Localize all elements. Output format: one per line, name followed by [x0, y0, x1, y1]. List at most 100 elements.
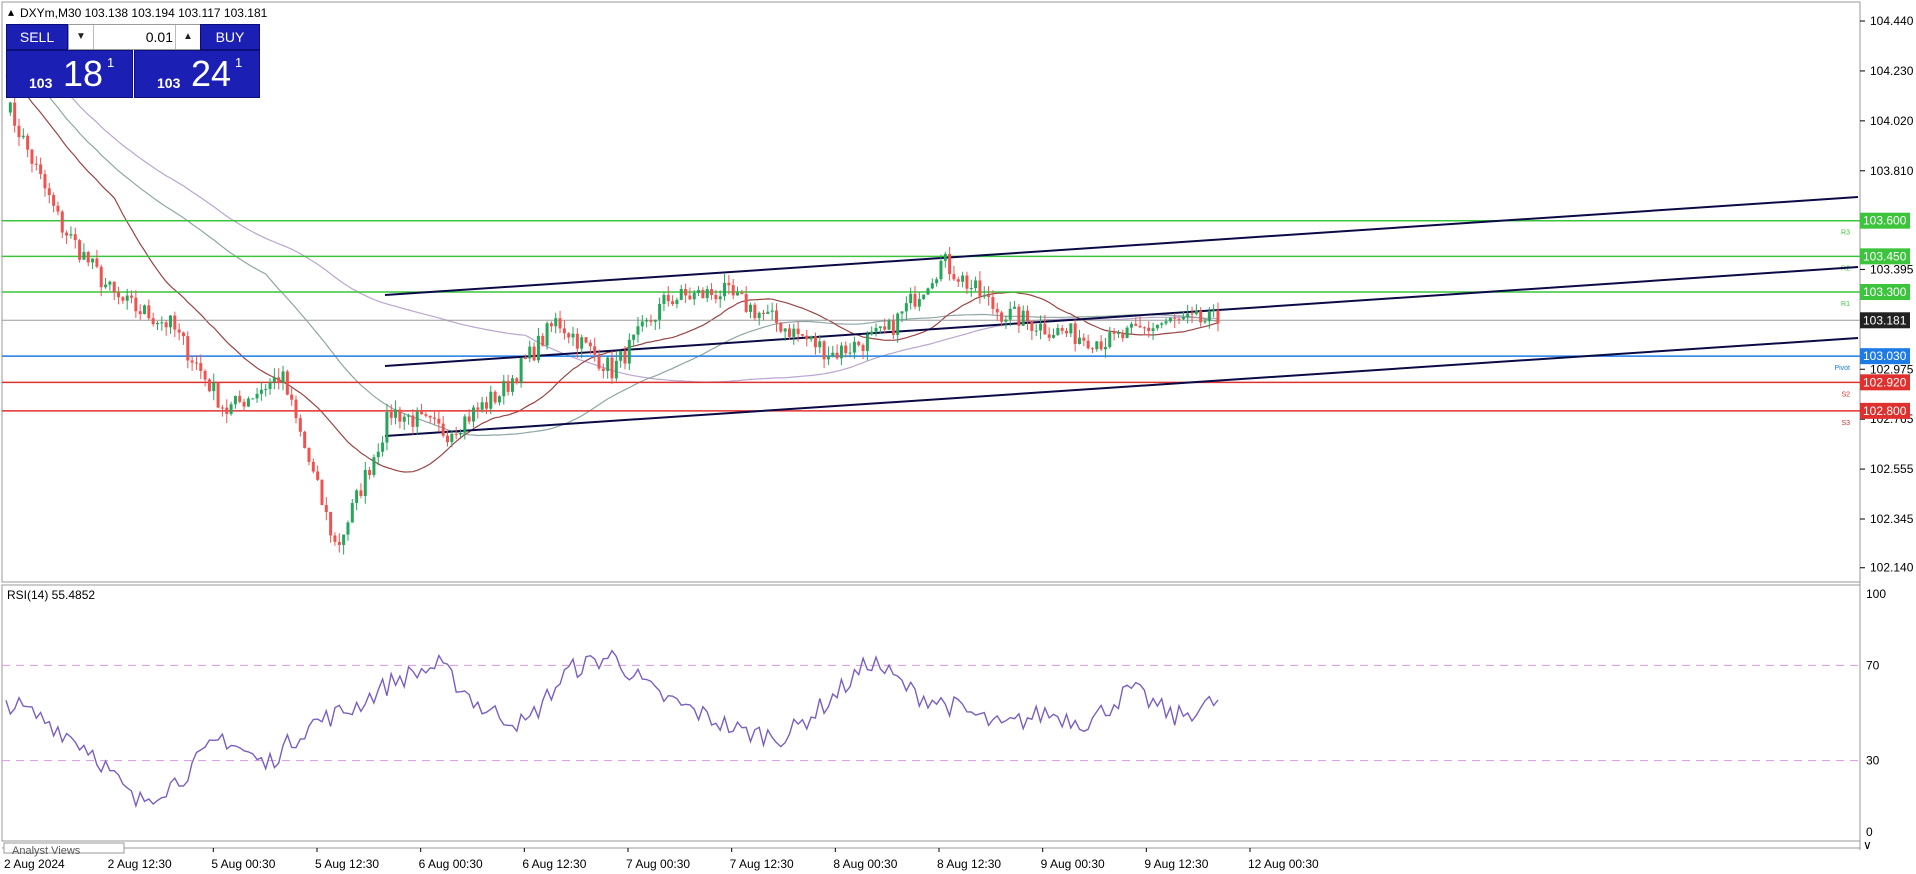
candle-body [125, 295, 129, 301]
candle-body [381, 442, 385, 452]
candle-body [1004, 319, 1008, 322]
candle-body [744, 294, 748, 312]
candle-body [264, 388, 268, 390]
candle-body [91, 258, 95, 263]
candle-body [718, 296, 722, 300]
time-tick-label: 8 Aug 00:30 [833, 857, 897, 871]
candle-body [199, 363, 203, 371]
candle-body [1034, 330, 1038, 332]
candle-body [95, 258, 99, 267]
time-tick-label: 7 Aug 12:30 [730, 857, 794, 871]
candle-body [1199, 310, 1203, 323]
lot-size-input[interactable] [95, 27, 175, 47]
candle-body [900, 311, 904, 314]
candle-body [411, 415, 415, 427]
candle-body [21, 135, 25, 138]
candle-body [1147, 327, 1151, 332]
candle-body [1017, 306, 1021, 326]
buy-price-main: 24 [191, 53, 232, 94]
time-tick-label: 5 Aug 00:30 [211, 857, 275, 871]
candle-body [848, 352, 852, 354]
buy-price-box[interactable]: 103 24 1 [134, 50, 260, 98]
candle-body [329, 512, 333, 536]
candle-body [523, 358, 527, 360]
candle-body [796, 328, 800, 335]
candle-body [1077, 337, 1081, 344]
time-tick-label: 2 Aug 2024 [4, 857, 65, 871]
candle-body [939, 260, 943, 280]
candle-body [303, 431, 307, 448]
analyst-views-label: Analyst Views [12, 845, 81, 857]
time-tick-label: 7 Aug 00:30 [626, 857, 690, 871]
buy-button[interactable]: BUY [200, 24, 260, 50]
level-price-label: 103.030 [1863, 349, 1907, 363]
candle-body [1082, 337, 1086, 341]
candle-body [887, 320, 891, 330]
candle-body [632, 334, 636, 340]
candle-body [1069, 323, 1073, 334]
candle-body [536, 335, 540, 361]
candle-body [220, 407, 224, 409]
candle-body [813, 336, 817, 348]
sell-price-fraction: 1 [107, 55, 115, 70]
candle-body [437, 418, 441, 424]
candle-body [1108, 332, 1112, 348]
scale-toggle-icon[interactable]: ∨ [1863, 838, 1872, 852]
time-tick-label: 8 Aug 12:30 [937, 857, 1001, 871]
candle-body [883, 326, 887, 330]
candle-body [645, 319, 649, 322]
candle-body [904, 303, 908, 312]
candle-body [1125, 327, 1129, 339]
candle-body [753, 304, 757, 319]
candle-body [78, 240, 82, 260]
candle-body [65, 232, 69, 236]
candle-body [610, 357, 614, 379]
candle-body [212, 382, 216, 392]
candle-body [1216, 310, 1220, 324]
candle-body [69, 234, 73, 236]
candle-body [484, 402, 488, 409]
candle-body [1203, 321, 1207, 323]
candle-body [285, 371, 289, 395]
candle-body [233, 395, 237, 405]
rsi-tick-label: 70 [1866, 658, 1880, 672]
candle-body [104, 284, 108, 288]
candle-body [692, 293, 696, 300]
candle-body [770, 310, 774, 312]
candle-body [389, 412, 393, 418]
candle-body [1099, 341, 1103, 350]
candle-body [684, 289, 688, 296]
candle-body [268, 381, 272, 389]
candle-body [757, 312, 761, 319]
collapse-arrow-icon[interactable]: ▴ [8, 5, 14, 19]
lot-increase-icon[interactable]: ▲ [175, 25, 200, 49]
candle-body [935, 279, 939, 284]
trading-chart[interactable]: 104.440 104.230 104.020 103.810 103.395 102.9… [0, 0, 1916, 874]
candle-body [402, 416, 406, 422]
candle-body [1190, 313, 1194, 315]
candle-body [528, 346, 532, 359]
bid-price-label: 103.181 [1863, 313, 1907, 327]
candle-body [316, 471, 320, 480]
candle-body [229, 404, 233, 414]
candle-body [567, 333, 571, 338]
candle-body [519, 358, 523, 384]
candle-body [1194, 310, 1198, 315]
sell-price-box[interactable]: 103 18 1 [6, 50, 133, 98]
candle-body [787, 328, 791, 337]
candle-body [385, 412, 389, 443]
lot-decrease-icon[interactable]: ▼ [69, 25, 94, 49]
buy-price-fraction: 1 [235, 55, 243, 70]
candle-body [995, 308, 999, 313]
candle-body [623, 350, 627, 364]
candle-body [112, 281, 116, 293]
candle-body [987, 295, 991, 297]
rsi-label: RSI(14) 55.4852 [7, 588, 95, 602]
candle-body [740, 292, 744, 295]
candle-body [783, 328, 787, 332]
candle-body [255, 393, 259, 399]
sell-button[interactable]: SELL [6, 24, 68, 50]
candle-body [1134, 323, 1138, 326]
candle-body [619, 350, 623, 361]
candle-body [138, 311, 142, 315]
